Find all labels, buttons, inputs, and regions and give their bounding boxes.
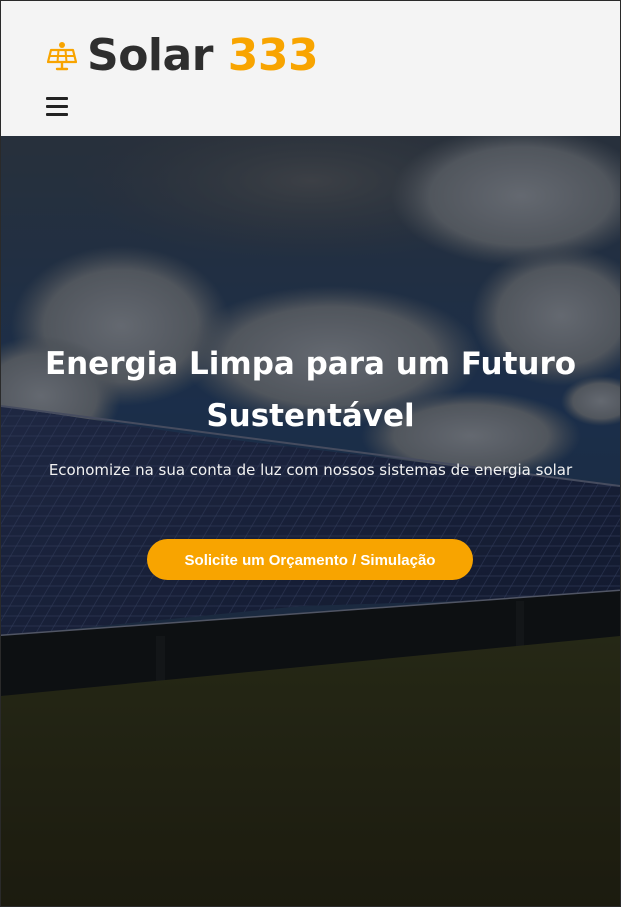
menu-bar: [46, 105, 68, 108]
site-header: Solar 333: [1, 1, 620, 136]
solar-panel-icon: [46, 41, 78, 71]
menu-bar: [46, 97, 68, 100]
request-quote-button[interactable]: Solicite um Orçamento / Simulação: [147, 539, 473, 580]
hero-background-image: [1, 136, 620, 906]
brand-name-word: Solar: [87, 30, 213, 81]
page-frame: Solar 333 Energia Limpa para um Futuro S…: [0, 0, 621, 907]
hero-title: Energia Limpa para um Futuro Sustentável: [44, 346, 577, 434]
brand-name-number: 333: [227, 30, 319, 81]
hamburger-menu-icon[interactable]: [46, 97, 68, 117]
menu-bar: [46, 113, 68, 116]
hero-subtitle: Economize na sua conta de luz com nossos…: [48, 461, 573, 479]
brand-name: Solar 333: [87, 30, 319, 81]
brand-logo[interactable]: Solar 333: [46, 30, 319, 81]
hero-section: Energia Limpa para um Futuro Sustentável…: [1, 136, 620, 906]
